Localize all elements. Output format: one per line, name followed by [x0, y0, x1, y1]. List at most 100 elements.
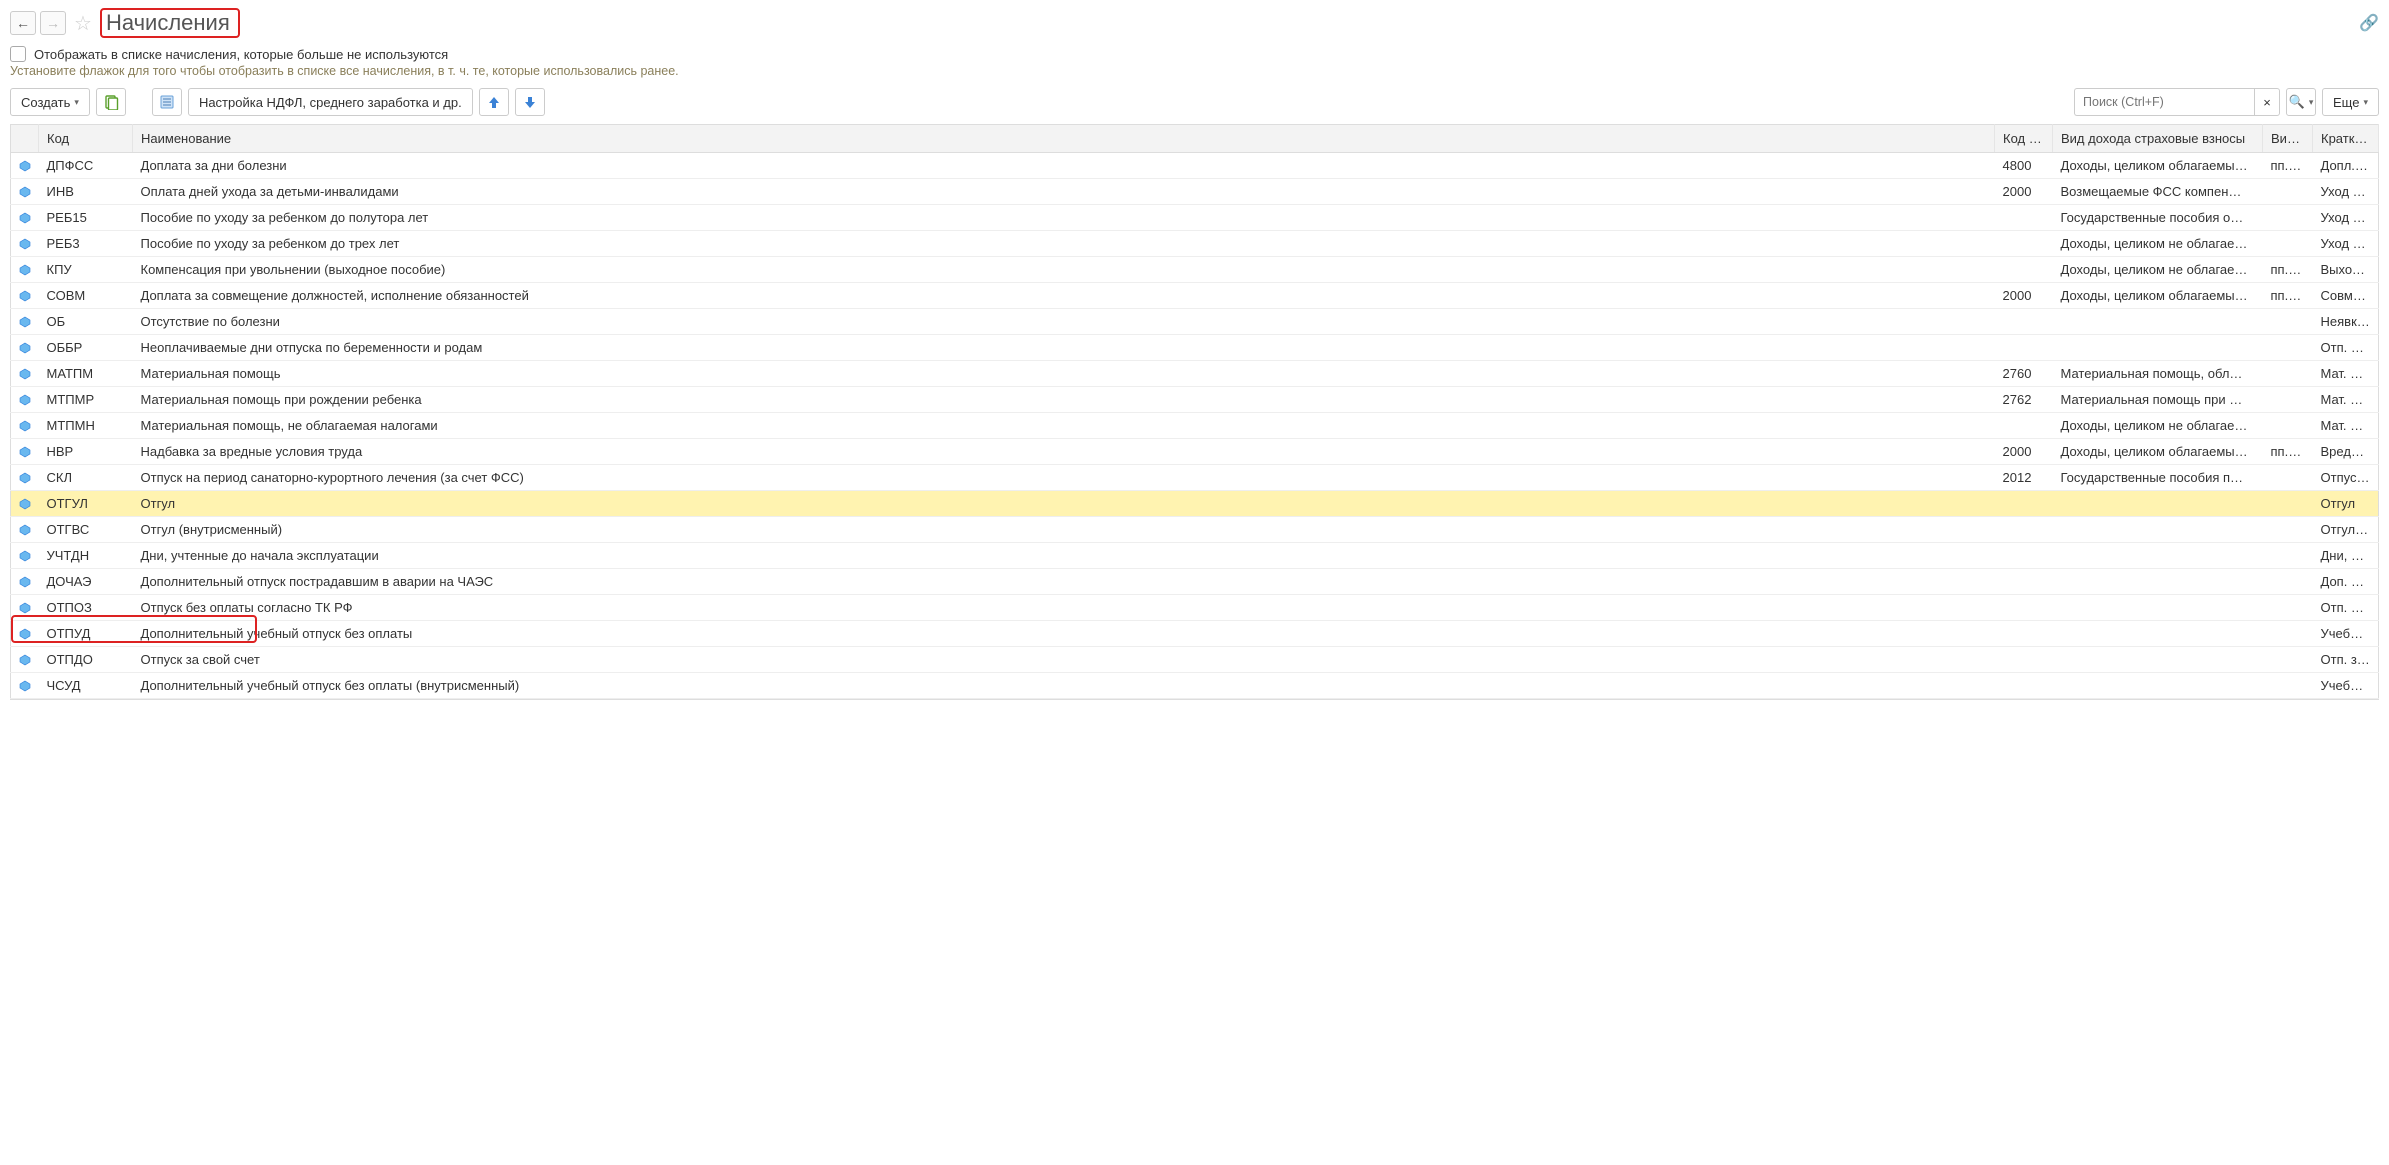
- cell-code: СОВМ: [39, 283, 133, 309]
- col-short[interactable]: Кратко…: [2313, 125, 2379, 153]
- cell-vid: [2263, 361, 2313, 387]
- cell-code-ndfl: [1995, 413, 2053, 439]
- table-row[interactable]: КПУКомпенсация при увольнении (выходное …: [11, 257, 2379, 283]
- table-row[interactable]: СКЛОтпуск на период санаторно-курортного…: [11, 465, 2379, 491]
- cell-short: Мат. п…: [2313, 387, 2379, 413]
- row-icon: [11, 387, 39, 413]
- row-icon: [11, 595, 39, 621]
- cell-short: Вредн…: [2313, 439, 2379, 465]
- table-row[interactable]: ДПФССДоплата за дни болезни4800Доходы, ц…: [11, 153, 2379, 179]
- cell-short: Отп. п…: [2313, 335, 2379, 361]
- cell-vid: [2263, 465, 2313, 491]
- toolbar: Создать ▾ Настройка НДФЛ, среднего зараб…: [10, 88, 2379, 116]
- chevron-down-icon: ▾: [74, 97, 79, 108]
- cell-code-ndfl: [1995, 543, 2053, 569]
- row-icon: [11, 257, 39, 283]
- search-input[interactable]: [2074, 88, 2254, 116]
- cell-code: МАТПМ: [39, 361, 133, 387]
- cell-income: [2053, 517, 2263, 543]
- table-row[interactable]: НВРНадбавка за вредные условия труда2000…: [11, 439, 2379, 465]
- nav-back-button[interactable]: ←: [10, 11, 36, 35]
- cell-code: РЕБ3: [39, 231, 133, 257]
- cell-income: [2053, 569, 2263, 595]
- cell-income: [2053, 621, 2263, 647]
- cell-code: ДОЧАЭ: [39, 569, 133, 595]
- cell-code-ndfl: [1995, 569, 2053, 595]
- cell-income: [2053, 647, 2263, 673]
- table-row[interactable]: ОТПУДДополнительный учебный отпуск без о…: [11, 621, 2379, 647]
- ndfl-label: Настройка НДФЛ, среднего заработка и др.: [199, 95, 462, 110]
- table-row[interactable]: ОТГВСОтгул (внутрисменный)Отгул …: [11, 517, 2379, 543]
- cell-short: Учебн…: [2313, 673, 2379, 699]
- cell-vid: пп.…: [2263, 153, 2313, 179]
- table-row[interactable]: СОВМДоплата за совмещение должностей, ис…: [11, 283, 2379, 309]
- table-row[interactable]: РЕБ15Пособие по уходу за ребенком до пол…: [11, 205, 2379, 231]
- link-icon[interactable]: 🔗: [2359, 13, 2379, 33]
- cell-short: Отпус…: [2313, 465, 2379, 491]
- search-icon: 🔍: [2289, 94, 2305, 110]
- cell-name: Компенсация при увольнении (выходное пос…: [133, 257, 1995, 283]
- cell-income: Возмещаемые ФСС компен…: [2053, 179, 2263, 205]
- row-icon: [11, 413, 39, 439]
- create-label: Создать: [21, 95, 70, 110]
- cell-name: Отпуск без оплаты согласно ТК РФ: [133, 595, 1995, 621]
- table-row[interactable]: ЧСУДДополнительный учебный отпуск без оп…: [11, 673, 2379, 699]
- more-button[interactable]: Еще ▾: [2322, 88, 2379, 116]
- cell-code: ОТПУД: [39, 621, 133, 647]
- cell-short: Отп. б…: [2313, 595, 2379, 621]
- cell-code: СКЛ: [39, 465, 133, 491]
- search-button[interactable]: 🔍 ▾: [2286, 88, 2316, 116]
- list-button[interactable]: [152, 88, 182, 116]
- create-button[interactable]: Создать ▾: [10, 88, 90, 116]
- show-unused-checkbox[interactable]: [10, 46, 26, 62]
- nav-forward-button[interactable]: →: [40, 11, 66, 35]
- col-name[interactable]: Наименование: [133, 125, 1995, 153]
- move-up-button[interactable]: [479, 88, 509, 116]
- row-icon: [11, 517, 39, 543]
- cell-name: Пособие по уходу за ребенком до полутора…: [133, 205, 1995, 231]
- table-row[interactable]: МАТПММатериальная помощь2760Материальная…: [11, 361, 2379, 387]
- table-row[interactable]: ОБОтсутствие по болезниНеявк…: [11, 309, 2379, 335]
- table-row[interactable]: УЧТДНДни, учтенные до начала эксплуатаци…: [11, 543, 2379, 569]
- ndfl-settings-button[interactable]: Настройка НДФЛ, среднего заработка и др.: [188, 88, 473, 116]
- table-row[interactable]: ДОЧАЭДополнительный отпуск пострадавшим …: [11, 569, 2379, 595]
- cell-income: Доходы, целиком не облагае…: [2053, 257, 2263, 283]
- cell-short: Неявк…: [2313, 309, 2379, 335]
- col-income[interactable]: Вид дохода страховые взносы: [2053, 125, 2263, 153]
- row-icon: [11, 179, 39, 205]
- accruals-table: Код Наименование Код … Вид дохода страхо…: [10, 124, 2379, 700]
- cell-code-ndfl: [1995, 257, 2053, 283]
- filter-row: Отображать в списке начисления, которые …: [10, 46, 2379, 62]
- row-icon: [11, 647, 39, 673]
- table-row[interactable]: ИНВОплата дней ухода за детьми-инвалидам…: [11, 179, 2379, 205]
- cell-vid: [2263, 569, 2313, 595]
- cell-income: [2053, 673, 2263, 699]
- cell-code-ndfl: [1995, 231, 2053, 257]
- col-code[interactable]: Код: [39, 125, 133, 153]
- col-vid[interactable]: Вид…: [2263, 125, 2313, 153]
- col-code-ndfl[interactable]: Код …: [1995, 125, 2053, 153]
- table-row[interactable]: ОТПДООтпуск за свой счетОтп. з…: [11, 647, 2379, 673]
- cell-code: ОТГУЛ: [39, 491, 133, 517]
- cell-vid: [2263, 673, 2313, 699]
- table-row[interactable]: МТПМРМатериальная помощь при рождении ре…: [11, 387, 2379, 413]
- table-row[interactable]: ОТПОЗОтпуск без оплаты согласно ТК РФОтп…: [11, 595, 2379, 621]
- cell-vid: пп.…: [2263, 439, 2313, 465]
- move-down-button[interactable]: [515, 88, 545, 116]
- cell-vid: [2263, 543, 2313, 569]
- cell-code-ndfl: [1995, 335, 2053, 361]
- clear-search-button[interactable]: ×: [2254, 88, 2280, 116]
- cell-short: Мат. п…: [2313, 361, 2379, 387]
- row-icon: [11, 205, 39, 231]
- table-row[interactable]: РЕБ3Пособие по уходу за ребенком до трех…: [11, 231, 2379, 257]
- table-row[interactable]: ОББРНеоплачиваемые дни отпуска по береме…: [11, 335, 2379, 361]
- cell-short: Допл. …: [2313, 153, 2379, 179]
- table-row[interactable]: ОТГУЛОтгулОтгул: [11, 491, 2379, 517]
- cell-code-ndfl: 4800: [1995, 153, 2053, 179]
- favorite-star-icon[interactable]: ☆: [74, 11, 92, 36]
- copy-button[interactable]: [96, 88, 126, 116]
- cell-vid: [2263, 231, 2313, 257]
- table-row[interactable]: МТПМНМатериальная помощь, не облагаемая …: [11, 413, 2379, 439]
- cell-code-ndfl: [1995, 595, 2053, 621]
- row-icon: [11, 309, 39, 335]
